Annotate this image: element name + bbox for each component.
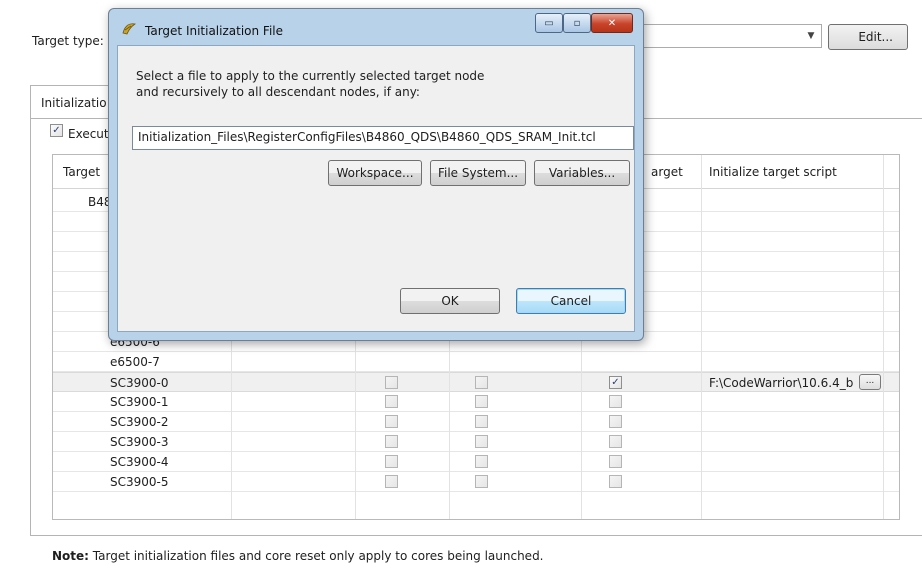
core-name: SC3900-5 (110, 475, 169, 489)
caption-buttons: ▭ ▫ ✕ (527, 13, 635, 35)
checkbox-icon[interactable]: ✓ (609, 376, 622, 389)
file-path-input[interactable]: Initialization_Files\RegisterConfigFiles… (132, 126, 634, 150)
table-row[interactable]: SC3900-1 (53, 392, 899, 412)
core-name: SC3900-3 (110, 435, 169, 449)
checkbox-icon[interactable] (475, 415, 488, 428)
browse-script-button[interactable]: ... (859, 374, 881, 390)
column-header-init-target[interactable]: arget (651, 165, 683, 179)
column-header-init-script[interactable]: Initialize target script (709, 165, 837, 179)
workspace-button[interactable]: Workspace... (328, 160, 422, 186)
checkbox-icon[interactable] (609, 475, 622, 488)
checkbox-icon[interactable] (385, 415, 398, 428)
checkbox-icon[interactable] (609, 415, 622, 428)
dialog-message: Select a file to apply to the currently … (136, 68, 556, 100)
core-name: SC3900-2 (110, 415, 169, 429)
target-init-file-dialog: Target Initialization File ▭ ▫ ✕ Select … (108, 8, 644, 341)
column-header-target[interactable]: Target (63, 165, 100, 179)
checkbox-icon[interactable] (385, 395, 398, 408)
tab-initialization-label: Initializatio (41, 96, 107, 110)
close-icon[interactable]: ✕ (591, 13, 633, 33)
checkbox-icon[interactable] (385, 376, 398, 389)
checkbox-icon[interactable] (475, 455, 488, 468)
dialog-title: Target Initialization File (145, 24, 284, 38)
dialog-content: Select a file to apply to the currently … (117, 45, 635, 332)
checkbox-icon[interactable] (385, 475, 398, 488)
checkbox-icon[interactable] (609, 395, 622, 408)
checkbox-icon[interactable] (475, 475, 488, 488)
core-name: SC3900-1 (110, 395, 169, 409)
checkbox-icon[interactable]: ✓ (50, 124, 63, 137)
ok-button[interactable]: OK (400, 288, 500, 314)
maximize-icon[interactable]: ▫ (563, 13, 591, 33)
column-divider (701, 155, 702, 519)
table-row[interactable]: SC3900-2 (53, 412, 899, 432)
table-row[interactable]: SC3900-3 (53, 432, 899, 452)
target-type-label: Target type: (32, 34, 104, 48)
note-text: Note: Target initialization files and co… (52, 549, 544, 563)
checkbox-icon[interactable] (475, 376, 488, 389)
checkbox-icon[interactable] (475, 395, 488, 408)
checkbox-icon[interactable] (385, 455, 398, 468)
app-icon (122, 23, 137, 35)
note-body: Target initialization files and core res… (88, 549, 544, 563)
combo-arrow-icon[interactable]: ▼ (801, 25, 821, 47)
table-row[interactable]: e6500-7 (53, 352, 899, 372)
minimize-icon[interactable]: ▭ (535, 13, 563, 33)
note-bold: Note: (52, 549, 89, 563)
table-row[interactable]: SC3900-4 (53, 452, 899, 472)
core-name: SC3900-0 (110, 376, 169, 390)
core-name: SC3900-4 (110, 455, 169, 469)
checkbox-icon[interactable] (609, 435, 622, 448)
column-divider (883, 155, 884, 519)
checkbox-icon[interactable] (385, 435, 398, 448)
dialog-message-line-2: and recursively to all descendant nodes,… (136, 85, 420, 99)
target-type-combo[interactable]: ▼ (640, 24, 822, 48)
init-script-path: F:\CodeWarrior\10.6.4_b (709, 376, 854, 390)
dialog-message-line-1: Select a file to apply to the currently … (136, 69, 485, 83)
edit-button[interactable]: Edit... (828, 24, 908, 50)
checkbox-icon[interactable] (609, 455, 622, 468)
variables-button[interactable]: Variables... (534, 160, 630, 186)
execute-label: Execut (68, 127, 109, 141)
core-name: e6500-7 (110, 355, 160, 369)
file-system-button[interactable]: File System... (430, 160, 526, 186)
table-row[interactable]: SC3900-0 ✓ F:\CodeWarrior\10.6.4_b... (53, 372, 899, 392)
cancel-button[interactable]: Cancel (516, 288, 626, 314)
checkbox-icon[interactable] (475, 435, 488, 448)
table-row[interactable]: SC3900-5 (53, 472, 899, 492)
